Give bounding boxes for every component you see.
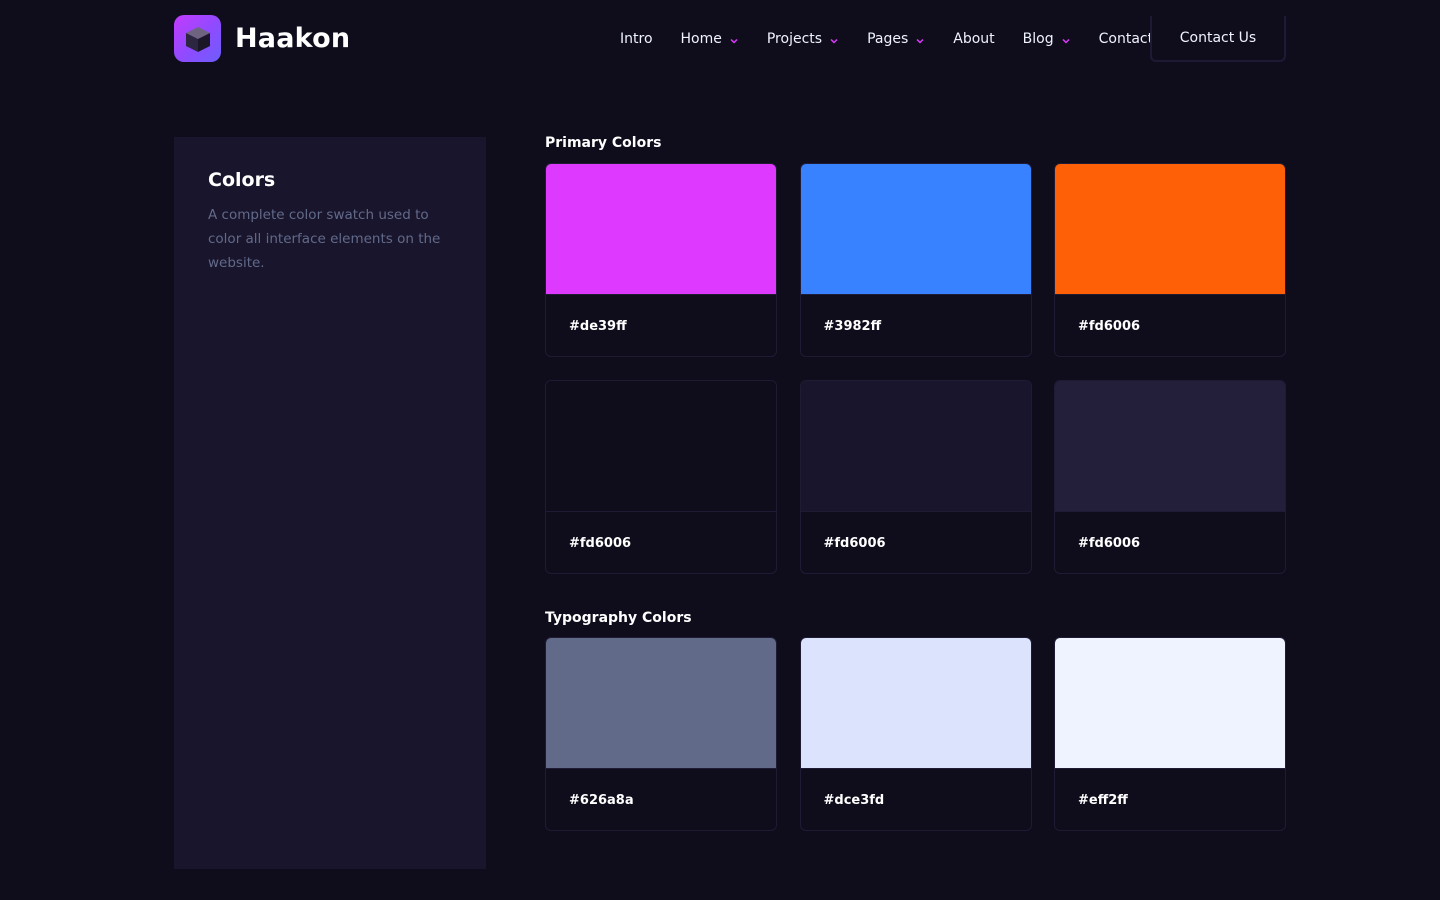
color-swatch-fill [1055,381,1285,511]
color-swatch-card: #dce3fd [799,637,1032,831]
color-swatch-card: #fd6006 [799,380,1032,574]
typography-colors-heading: Typography Colors [545,610,692,626]
nav-item-label: Blog [1022,31,1054,47]
contact-us-button[interactable]: Contact Us [1150,16,1286,62]
typography-colors-grid: #626a8a #dce3fd #eff2ff [545,637,1286,831]
brand-name: Haakon [235,23,351,54]
color-swatch-card: #de39ff [545,163,777,357]
color-swatch-label: #eff2ff [1055,768,1285,830]
chevron-down-icon [1061,34,1071,44]
nav-item-pages[interactable]: Pages [867,31,925,47]
color-swatch-fill [800,164,1031,294]
color-swatch-label: #3982ff [800,294,1031,356]
color-swatch-label: #fd6006 [800,511,1031,573]
color-swatch-card: #fd6006 [1054,163,1286,357]
nav-item-label: Pages [867,31,909,47]
site-header: Haakon Intro Home Projects Pages About B… [0,0,1440,78]
color-swatch-fill [1055,164,1285,294]
nav-item-intro[interactable]: Intro [620,31,653,47]
nav-item-label: Contact [1098,31,1154,47]
nav-item-home[interactable]: Home [681,31,739,47]
nav-item-contact[interactable]: Contact [1099,31,1153,47]
nav-item-label: Intro [620,31,653,47]
color-swatch-fill [800,638,1031,768]
color-swatch-fill [546,381,776,511]
color-swatch-card: #626a8a [545,637,777,831]
brand-logo-link[interactable]: Haakon [174,15,350,62]
nav-item-about[interactable]: About [953,31,994,47]
nav-item-label: Projects [766,31,823,47]
nav-item-label: About [953,31,995,47]
chevron-down-icon [829,34,839,44]
colors-info-card: Colors A complete color swatch used to c… [174,137,486,869]
chevron-down-icon [915,34,925,44]
color-swatch-label: #fd6006 [546,511,776,573]
nav-item-blog[interactable]: Blog [1023,31,1071,47]
color-swatch-fill [1055,638,1285,768]
cube-logo-icon [174,15,221,62]
primary-colors-heading: Primary Colors [545,135,662,151]
page-title: Colors [208,169,276,191]
color-swatch-fill [546,164,776,294]
nav-item-label: Home [680,31,722,47]
color-swatch-card: #3982ff [799,163,1032,357]
color-swatch-label: #626a8a [546,768,776,830]
color-swatch-fill [800,381,1031,511]
color-swatch-label: #fd6006 [1055,294,1285,356]
page-description: A complete color swatch used to color al… [208,207,441,271]
color-swatch-label: #fd6006 [1055,511,1285,573]
color-swatch-card: #eff2ff [1054,637,1286,831]
color-swatch-card: #fd6006 [1054,380,1286,574]
color-swatch-fill [546,638,776,768]
nav-item-projects[interactable]: Projects [767,31,839,47]
main-nav: Intro Home Projects Pages About Blog Con… [620,26,1181,52]
color-swatch-label: #dce3fd [800,768,1031,830]
color-swatch-card: #fd6006 [545,380,777,574]
primary-colors-grid: #de39ff #3982ff #fd6006 #fd6006 #fd6006 … [545,163,1286,574]
color-swatch-label: #de39ff [546,294,776,356]
chevron-down-icon [729,34,739,44]
